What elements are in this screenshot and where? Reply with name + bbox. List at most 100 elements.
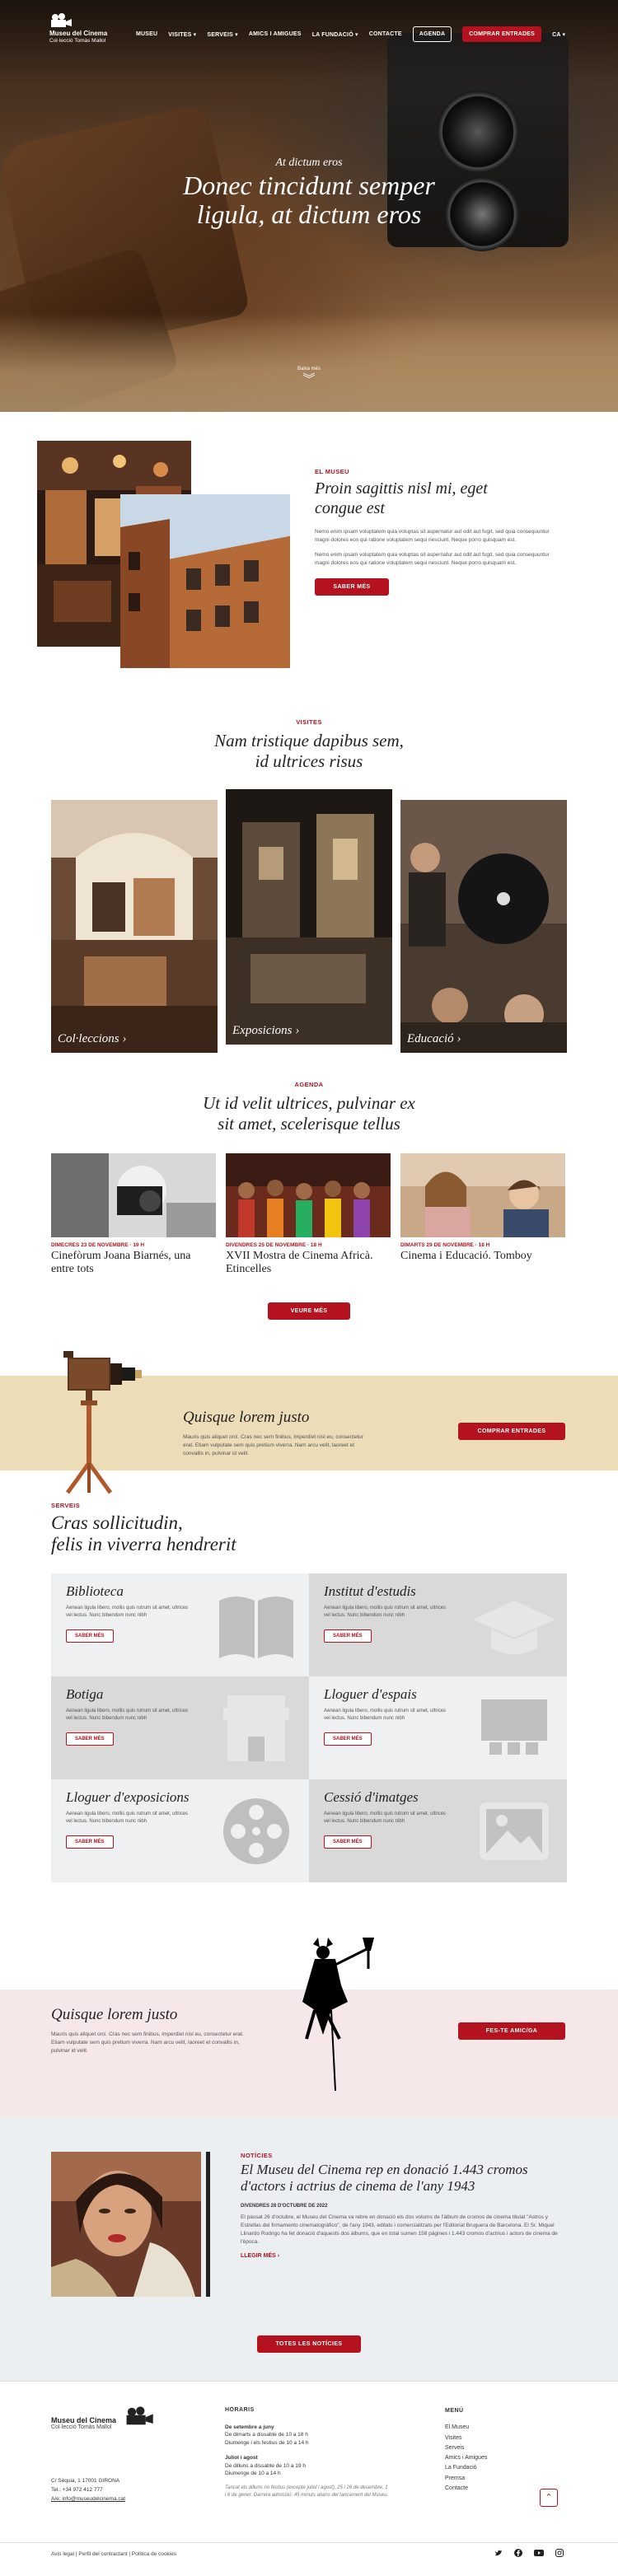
all-news-button[interactable]: TOTES LES NOTÍCIES [257, 2335, 361, 2353]
event-image [51, 1153, 216, 1237]
service-card-exhibition-rental[interactable]: Lloguer d'exposicions Aenean ligula libe… [51, 1779, 309, 1882]
nav-item-amics[interactable]: AMICS I AMIGUES [249, 31, 302, 37]
service-card-space-rental[interactable]: Lloguer d'espais Aenean ligula libero, m… [309, 1676, 567, 1779]
back-to-top-button[interactable]: ⌃ [540, 2489, 558, 2507]
visit-card-exhibitions[interactable]: Exposicions › [226, 789, 392, 1045]
service-text: Aenean ligula libero, mollis quis rutrum… [324, 1606, 447, 1618]
footer-menu-item[interactable]: Visites [445, 2433, 487, 2443]
visits-title: Nam tristique dapibus sem, id ultrices r… [0, 731, 618, 772]
hero-title-line2: ligula, at dictum eros [196, 199, 422, 230]
nav-item-contacte[interactable]: CONTACTE [369, 31, 402, 37]
nav-item-fundacio[interactable]: LA FUNDACIÓ ▾ [312, 31, 358, 38]
event-image [400, 1153, 565, 1237]
agenda-title-line2: sit amet, scelerisque tellus [218, 1114, 400, 1134]
service-card-shop[interactable]: Botiga Aenean ligula libero, mollis quis… [51, 1676, 309, 1779]
event-card[interactable]: DIMECRES 23 DE NOVEMBRE · 19 H Cinefòrum… [51, 1153, 216, 1276]
read-more-link[interactable]: LLEGIR MÉS › [241, 2253, 562, 2259]
event-card[interactable]: DIMARTS 29 DE NOVEMBRE · 18 H Cinema i E… [400, 1153, 565, 1276]
scroll-down[interactable]: Baixa més ︾ [0, 367, 618, 386]
service-more-button[interactable]: SABER MÉS [324, 1835, 372, 1849]
brand-name: Museu del Cinema [49, 30, 108, 37]
footer-menu-item[interactable]: El Museu [445, 2423, 487, 2433]
event-list: DIMECRES 23 DE NOVEMBRE · 19 H Cinefòrum… [51, 1153, 567, 1276]
nav-menu: MUSEU VISITES ▾ SERVEIS ▾ AMICS I AMIGUE… [136, 26, 565, 42]
service-more-button[interactable]: SABER MÉS [66, 1732, 114, 1746]
logo[interactable]: Museu del Cinema Col·lecció Tomàs Mallol [49, 13, 128, 44]
event-image [226, 1153, 391, 1237]
event-title[interactable]: Cinefòrum Joana Biarnés, una entre tots [51, 1250, 216, 1276]
service-card-institute[interactable]: Institut d'estudis Aenean ligula libero,… [309, 1573, 567, 1676]
become-friend-button[interactable]: FES-TE AMIC/GA [458, 2022, 565, 2040]
address-line: C/ Sèquia, 1 17001 GIRONA [51, 2478, 120, 2484]
event-title[interactable]: Cinema i Educació. Tomboy [400, 1250, 565, 1263]
twitter-icon[interactable] [494, 2549, 503, 2559]
event-date: DIMARTS 29 DE NOVEMBRE · 18 H [400, 1242, 490, 1248]
news-article: NOTÍCIES El Museu del Cinema rep en dona… [241, 2152, 562, 2259]
book-icon [215, 1588, 297, 1662]
nav-item-serveis[interactable]: SERVEIS ▾ [207, 31, 237, 38]
visits-section: VISITES Nam tristique dapibus sem, id ul… [0, 684, 618, 1071]
language-selector[interactable]: CA ▾ [552, 31, 565, 38]
visit-card-collections[interactable]: Col·leccions › [51, 800, 218, 1053]
service-more-button[interactable]: SABER MÉS [324, 1629, 372, 1643]
promo-text: Mauris quis aliquet orci. Cras nec sem f… [183, 1434, 363, 1457]
service-text: Aenean ligula libero, mollis quis rutrum… [66, 1709, 189, 1721]
hours-note: Tancat els dilluns no festius (excepte j… [225, 2485, 389, 2498]
phone-line[interactable]: Tel.: +34 972 412 777 [51, 2485, 125, 2494]
about-title-line1: Proin sagittis nisl mi, eget [315, 479, 488, 498]
section-label: NOTÍCIES [241, 2152, 273, 2159]
visit-card-label: Exposicions › [232, 1024, 300, 1037]
instagram-icon[interactable] [555, 2549, 564, 2559]
nav-item-museu[interactable]: MUSEU [136, 31, 157, 37]
news-title[interactable]: El Museu del Cinema rep en donació 1.443… [241, 2162, 562, 2195]
visit-card-label: Educació › [407, 1032, 461, 1045]
news-image [51, 2152, 201, 2297]
buy-tickets-button[interactable]: COMPRAR ENTRADES [462, 26, 542, 42]
event-card[interactable]: DIVENDRES 25 DE NOVEMBRE · 18 H XVII Mos… [226, 1153, 391, 1276]
about-more-button[interactable]: SABER MÉS [315, 578, 389, 596]
services-title: Cras sollicitudin, felis in viverra hend… [51, 1512, 236, 1556]
agenda-section: AGENDA Ut id velit ultrices, pulvinar ex… [0, 1071, 618, 1343]
tickets-promo: Quisque lorem justo Mauris quis aliquet … [0, 1343, 618, 1495]
footer-menu-item[interactable]: Amics i Amigues [445, 2453, 487, 2463]
legal-links[interactable]: Avís legal | Perfil del contractant | Po… [51, 2551, 176, 2557]
about-section: EL MUSEU Proin sagittis nisl mi, eget co… [0, 412, 618, 684]
footer-menu-item[interactable]: Premsa [445, 2474, 487, 2484]
footer: Museu del Cinema Col·lecció Tomàs Mallol… [0, 2381, 618, 2564]
about-paragraph: Nemo enim ipsam voluptatem quia voluptas… [315, 552, 550, 567]
youtube-icon[interactable] [534, 2549, 544, 2559]
service-more-button[interactable]: SABER MÉS [66, 1629, 114, 1643]
visit-card-education[interactable]: Educació › [400, 800, 567, 1053]
news-section: NOTÍCIES El Museu del Cinema rep en dona… [0, 2117, 618, 2381]
footer-logo[interactable]: Museu del Cinema Col·lecció Tomàs Mallol [51, 2406, 154, 2430]
visits-title-line1: Nam tristique dapibus sem, [214, 731, 404, 750]
service-more-button[interactable]: SABER MÉS [324, 1732, 372, 1746]
services-section: SERVEIS Cras sollicitudin, felis in vive… [0, 1495, 618, 1989]
service-more-button[interactable]: SABER MÉS [66, 1835, 114, 1849]
news-title-line1: El Museu del Cinema rep en donació 1.443… [241, 2162, 528, 2177]
event-date: DIMECRES 23 DE NOVEMBRE · 19 H [51, 1242, 145, 1248]
chevron-up-icon: ⌃ [545, 2493, 553, 2503]
hero-title-line1: Donec tincidunt semper [183, 171, 435, 200]
service-card-library[interactable]: Biblioteca Aenean ligula libero, mollis … [51, 1573, 309, 1676]
promo-buy-button[interactable]: COMPRAR ENTRADES [458, 1423, 565, 1440]
facebook-icon[interactable] [514, 2549, 522, 2559]
footer-menu-item[interactable]: Contacte [445, 2484, 487, 2494]
about-title: Proin sagittis nisl mi, eget congue est [315, 479, 562, 518]
event-title[interactable]: XVII Mostra de Cinema Africà. Etincelles [226, 1250, 391, 1276]
image-icon [473, 1794, 555, 1868]
agenda-button[interactable]: AGENDA [412, 26, 452, 42]
graduation-cap-icon [473, 1588, 555, 1662]
nav-item-visites[interactable]: VISITES ▾ [168, 31, 196, 38]
scroll-down-label: Baixa més [297, 367, 321, 372]
email-line[interactable]: A/e: info@museudelcinema.cat [51, 2494, 125, 2504]
footer-brand-name: Museu del Cinema [51, 2416, 117, 2424]
service-card-image-licensing[interactable]: Cessió d'imatges Aenean ligula libero, m… [309, 1779, 567, 1882]
social-links [494, 2549, 564, 2559]
museum-facade-image [120, 494, 293, 671]
footer-menu-item[interactable]: Serveis [445, 2443, 487, 2453]
main-nav: Museu del Cinema Col·lecció Tomàs Mallol… [0, 0, 618, 66]
services-title-line1: Cras sollicitudin, [51, 1512, 183, 1533]
agenda-more-button[interactable]: VEURE MÉS [268, 1302, 350, 1320]
footer-menu-item[interactable]: La Fundació [445, 2463, 487, 2473]
